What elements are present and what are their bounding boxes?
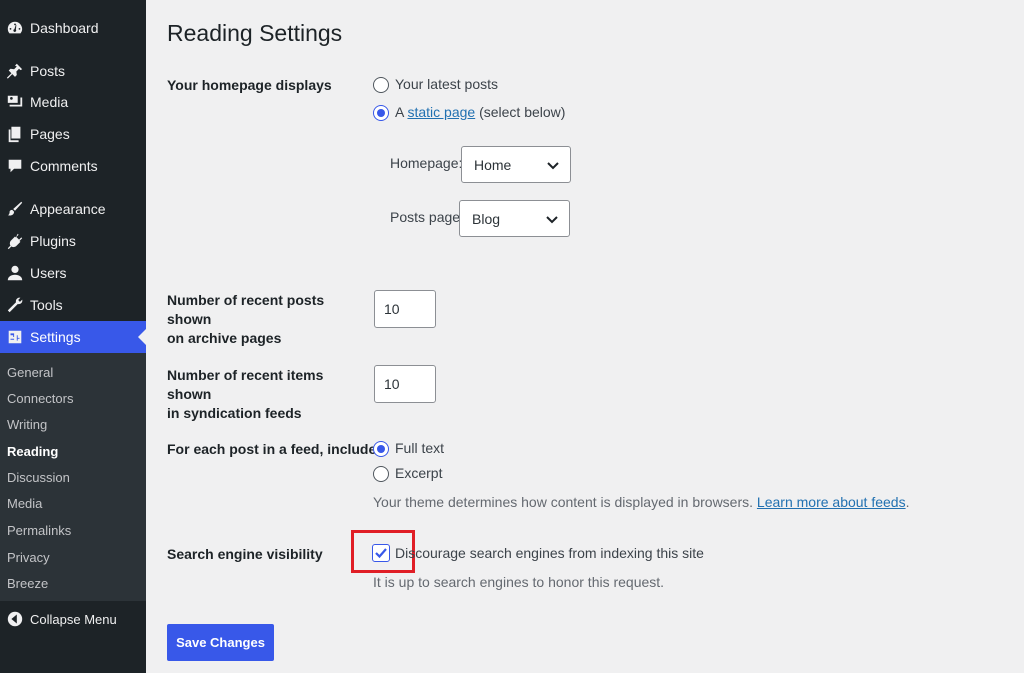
radio-latest-posts-label[interactable]: Your latest posts — [395, 76, 498, 92]
radio-excerpt-label[interactable]: Excerpt — [395, 465, 442, 481]
sidebar-item-users[interactable]: Users — [0, 257, 146, 289]
user-icon — [4, 263, 26, 283]
radio-static-page[interactable] — [373, 105, 389, 121]
posts-per-page-label-line1: Number of recent posts shown — [167, 292, 325, 327]
sidebar-item-appearance[interactable]: Appearance — [0, 193, 146, 225]
pages-icon — [4, 124, 26, 144]
posts-per-rss-input[interactable]: 10 — [374, 365, 436, 403]
sidebar-item-tools[interactable]: Tools — [0, 289, 146, 321]
sidebar-item-posts[interactable]: Posts — [0, 55, 146, 87]
submenu-item-reading[interactable]: Reading — [7, 444, 58, 459]
posts-per-rss-label: Number of recent items shown in syndicat… — [167, 366, 362, 423]
sidebar-item-label: Users — [30, 265, 67, 281]
radio-excerpt[interactable] — [373, 466, 389, 482]
save-changes-button[interactable]: Save Changes — [167, 624, 274, 661]
sidebar-item-label: Tools — [30, 297, 63, 313]
homepage-select-label: Homepage: — [390, 155, 463, 171]
collapse-menu-button[interactable]: Collapse Menu — [0, 603, 146, 635]
sidebar-item-comments[interactable]: Comments — [0, 150, 146, 182]
media-icon — [4, 92, 26, 112]
submenu-item-permalinks[interactable]: Permalinks — [7, 523, 71, 538]
checkmark-icon — [375, 548, 387, 559]
sidebar-item-label: Settings — [30, 329, 81, 345]
collapse-menu-label: Collapse Menu — [30, 611, 117, 627]
search-visibility-label: Search engine visibility — [167, 546, 323, 562]
posts-per-page-input[interactable]: 10 — [374, 290, 436, 328]
posts-per-page-label: Number of recent posts shown on archive … — [167, 291, 362, 348]
feed-description: Your theme determines how content is dis… — [373, 494, 909, 510]
sidebar-item-label: Plugins — [30, 233, 76, 249]
posts-per-rss-label-line1: Number of recent items shown — [167, 367, 324, 402]
settings-main: Reading Settings Your homepage displays … — [146, 0, 1024, 673]
submenu-item-discussion[interactable]: Discussion — [7, 470, 70, 485]
discourage-search-checkbox[interactable] — [372, 544, 390, 562]
submenu-item-connectors[interactable]: Connectors — [7, 391, 73, 406]
discourage-search-label[interactable]: Discourage search engines from indexing … — [395, 545, 704, 561]
submenu-item-privacy[interactable]: Privacy — [7, 550, 50, 565]
submenu-item-general[interactable]: General — [7, 365, 53, 380]
sidebar-item-label: Dashboard — [30, 20, 99, 36]
sidebar-item-dashboard[interactable]: Dashboard — [0, 12, 146, 44]
sidebar-item-label: Media — [30, 94, 69, 110]
sidebar-item-media[interactable]: Media — [0, 86, 146, 118]
static-page-prefix: A — [395, 104, 404, 120]
radio-full-text[interactable] — [373, 441, 389, 457]
submenu-item-breeze[interactable]: Breeze — [7, 576, 48, 591]
plug-icon — [4, 231, 26, 251]
static-page-suffix: (select below) — [479, 104, 566, 120]
posts-page-select[interactable]: Blog — [459, 200, 570, 237]
sidebar-item-label: Posts — [30, 63, 66, 79]
submenu-item-media[interactable]: Media — [7, 496, 42, 511]
radio-static-page-label[interactable]: A static page (select below) — [395, 104, 565, 120]
posts-page-select-label: Posts page: — [390, 209, 464, 225]
dashboard-icon — [4, 18, 26, 38]
submenu-item-writing[interactable]: Writing — [7, 417, 47, 432]
collapse-arrow-icon — [4, 609, 26, 629]
static-page-link[interactable]: static page — [407, 104, 475, 120]
chevron-down-icon — [546, 158, 560, 172]
admin-sidebar: Dashboard Posts Media Pages Comments App… — [0, 0, 146, 673]
learn-more-feeds-link[interactable]: Learn more about feeds — [757, 494, 906, 510]
search-visibility-description: It is up to search engines to honor this… — [373, 574, 665, 590]
sidebar-item-pages[interactable]: Pages — [0, 118, 146, 150]
homepage-displays-label: Your homepage displays — [167, 77, 332, 93]
homepage-select[interactable]: Home — [461, 146, 571, 183]
sidebar-item-label: Appearance — [30, 201, 106, 217]
sidebar-item-label: Comments — [30, 158, 98, 174]
homepage-select-value: Home — [474, 156, 512, 173]
posts-per-page-label-line2: on archive pages — [167, 330, 282, 346]
sidebar-item-label: Pages — [30, 126, 70, 142]
radio-full-text-label[interactable]: Full text — [395, 440, 444, 456]
radio-latest-posts[interactable] — [373, 77, 389, 93]
sidebar-item-settings[interactable]: Settings — [0, 321, 146, 353]
chevron-down-icon — [545, 212, 559, 226]
comment-icon — [4, 156, 26, 176]
settings-icon — [4, 327, 26, 347]
page-title: Reading Settings — [167, 20, 343, 46]
feed-content-label: For each post in a feed, include — [167, 441, 377, 457]
brush-icon — [4, 199, 26, 219]
posts-per-rss-label-line2: in syndication feeds — [167, 405, 302, 421]
feed-description-suffix: . — [905, 494, 910, 510]
settings-submenu: General Connectors Writing Reading Discu… — [0, 353, 146, 601]
sidebar-item-plugins[interactable]: Plugins — [0, 225, 146, 257]
wrench-icon — [4, 295, 26, 315]
posts-page-select-value: Blog — [472, 210, 501, 227]
feed-description-text: Your theme determines how content is dis… — [373, 494, 754, 510]
pin-icon — [4, 61, 26, 81]
